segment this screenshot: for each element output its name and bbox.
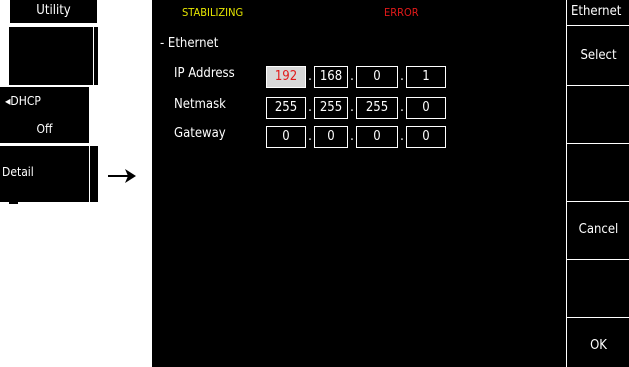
- ethernet-settings-screen: STABILIZING ERROR - Ethernet IP Address …: [152, 0, 629, 367]
- error-status: ERROR: [384, 6, 419, 19]
- ip-address-octet-2[interactable]: 168: [314, 66, 348, 88]
- softkey-tick-mark: [9, 202, 18, 204]
- cancel-softkey[interactable]: Cancel: [567, 201, 629, 259]
- netmask-octet-2[interactable]: 255: [314, 97, 348, 119]
- octet-separator: .: [400, 129, 404, 144]
- blank-softkey: [9, 26, 98, 85]
- select-label: Select: [580, 48, 617, 63]
- ethernet-header-label: Ethernet: [571, 4, 622, 19]
- softkey-border: [89, 146, 90, 202]
- ip-address-octet-3[interactable]: 0: [356, 66, 398, 88]
- dhcp-value: Off: [36, 122, 53, 136]
- gateway-octet-4[interactable]: 0: [406, 126, 446, 148]
- octet-separator: .: [400, 69, 404, 84]
- detail-label: Detail: [2, 165, 34, 179]
- select-softkey[interactable]: Select: [567, 25, 629, 85]
- octet-separator: .: [350, 69, 354, 84]
- blank-softkey-2[interactable]: [567, 85, 629, 143]
- octet-separator: .: [350, 129, 354, 144]
- ethernet-menu-header: Ethernet: [567, 0, 629, 25]
- netmask-octet-1[interactable]: 255: [266, 97, 306, 119]
- cancel-label: Cancel: [578, 222, 619, 237]
- ok-label: OK: [590, 338, 607, 353]
- gateway-octet-3[interactable]: 0: [356, 126, 398, 148]
- ok-softkey[interactable]: OK: [567, 317, 629, 367]
- dhcp-softkey[interactable]: ◂DHCP Off: [0, 87, 89, 143]
- blank-softkey-3[interactable]: [567, 143, 629, 201]
- detail-softkey[interactable]: Detail: [0, 145, 98, 202]
- octet-separator: .: [308, 100, 312, 115]
- netmask-label: Netmask: [174, 97, 226, 112]
- netmask-octet-4[interactable]: 0: [406, 97, 446, 119]
- netmask-octet-3[interactable]: 255: [356, 97, 398, 119]
- utility-title-label: Utility: [36, 3, 71, 18]
- octet-separator: .: [308, 69, 312, 84]
- softkey-border: [93, 27, 94, 85]
- octet-separator: .: [400, 100, 404, 115]
- octet-separator: .: [308, 129, 312, 144]
- ethernet-section-title: - Ethernet: [160, 36, 219, 51]
- ip-address-octet-1[interactable]: 192: [266, 66, 306, 88]
- right-arrow-icon: [108, 169, 136, 183]
- dhcp-label: ◂DHCP: [5, 94, 41, 108]
- octet-separator: .: [350, 100, 354, 115]
- softkey-column: Ethernet Select Cancel OK: [566, 0, 629, 367]
- ip-address-label: IP Address: [174, 66, 235, 81]
- previous-menu-panel: Utility ◂DHCP Off Detail: [0, 0, 98, 208]
- gateway-octet-1[interactable]: 0: [266, 126, 306, 148]
- gateway-octet-2[interactable]: 0: [314, 126, 348, 148]
- utility-menu-title: Utility: [9, 0, 98, 24]
- blank-softkey-5[interactable]: [567, 259, 629, 317]
- stabilizing-status: STABILIZING: [182, 6, 244, 19]
- gateway-label: Gateway: [174, 126, 226, 141]
- ip-address-octet-4[interactable]: 1: [406, 66, 446, 88]
